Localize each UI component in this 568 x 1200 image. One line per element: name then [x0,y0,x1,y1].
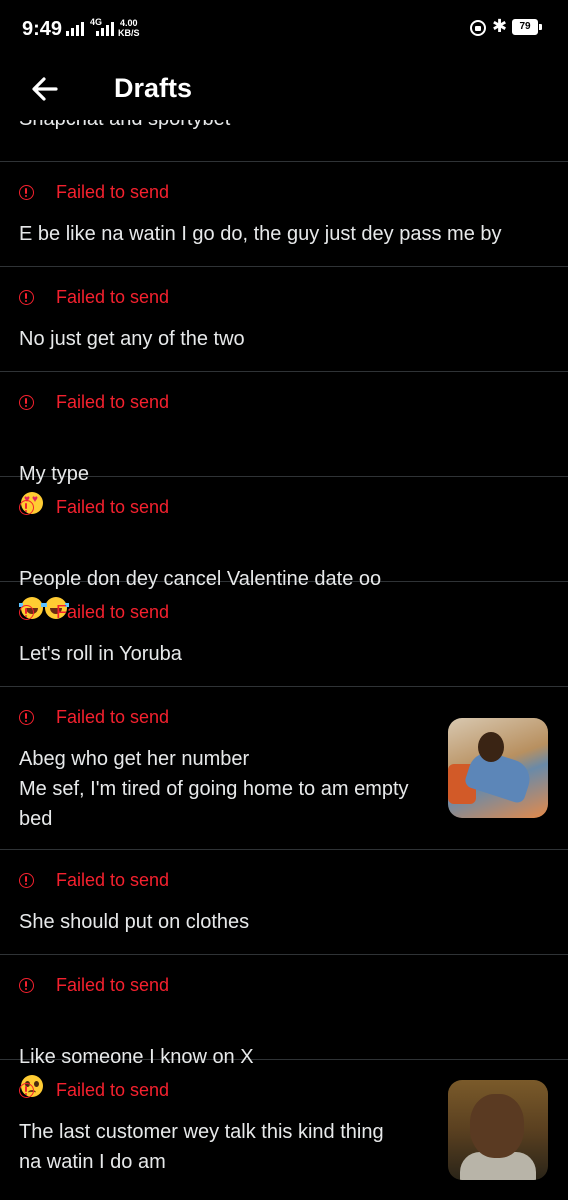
draft-text: No just get any of the two [19,328,245,350]
back-button[interactable] [28,72,62,106]
draft-item[interactable]: Failed to send My type [0,372,568,514]
rotation-lock-icon [470,20,486,36]
failed-label: Failed to send [56,707,170,727]
failed-label: Failed to send [56,870,170,890]
send-status: Failed to send [19,392,169,413]
arrow-left-icon [32,77,58,101]
alert-circle-icon [19,500,34,515]
send-status: Failed to send [19,287,169,308]
send-status: Failed to send [19,602,169,623]
failed-label: Failed to send [56,975,170,995]
status-bar: 9:49 4G 4.00 KB/S ✱ 79 [0,0,568,60]
draft-item[interactable]: Failed to send She should put on clothes [0,850,568,955]
failed-label: Failed to send [56,392,170,412]
signal-icon-2 [96,20,114,36]
page-title: Drafts [114,73,193,103]
draft-text: Abeg who get her number Me sef, I'm tire… [19,748,409,830]
alert-circle-icon [19,290,34,305]
signal-icon [66,20,84,36]
draft-item[interactable]: Failed to send Like someone I know on X [0,955,568,1097]
draft-item[interactable]: Failed to send The last customer wey tal… [0,1060,568,1200]
send-status: Failed to send [19,1080,169,1101]
thumbnail-photo-detail [478,732,504,762]
draft-item-partial[interactable]: Snapchat and sportybet [0,120,568,162]
net-speed: 4.00 KB/S [118,18,140,38]
alert-circle-icon [19,710,34,725]
alert-circle-icon [19,185,34,200]
send-status: Failed to send [19,870,169,891]
top-app-bar: Drafts [0,60,568,120]
send-status: Failed to send [19,707,169,728]
media-thumbnail[interactable] [448,718,548,818]
net-speed-value: 4.00 [119,18,138,28]
send-status: Failed to send [19,975,169,996]
draft-item[interactable]: Failed to send E be like na watin I go d… [0,162,568,267]
failed-label: Failed to send [56,602,170,622]
alert-circle-icon [19,1083,34,1098]
net-speed-unit: KB/S [118,28,140,38]
draft-text: Snapchat and sportybet [19,120,230,131]
thumbnail-photo-detail [470,1094,524,1158]
alert-circle-icon [19,873,34,888]
media-thumbnail[interactable] [448,1080,548,1180]
drafts-list: Snapchat and sportybet Failed to send E … [0,120,568,1200]
battery-nub [539,24,542,30]
draft-text: Let's roll in Yoruba [19,643,182,665]
draft-item[interactable]: Failed to send Abeg who get her number M… [0,687,568,850]
failed-label: Failed to send [56,182,170,202]
send-status: Failed to send [19,497,169,518]
alert-circle-icon [19,978,34,993]
draft-item[interactable]: Failed to send People don dey cancel Val… [0,477,568,619]
failed-label: Failed to send [56,1080,170,1100]
status-time: 9:49 [22,18,63,40]
failed-label: Failed to send [56,287,170,307]
draft-text: The last customer wey talk this kind thi… [19,1121,384,1173]
alert-circle-icon [19,605,34,620]
draft-item[interactable]: Failed to send No just get any of the tw… [0,267,568,372]
draft-text: She should put on clothes [19,911,250,933]
send-status: Failed to send [19,182,169,203]
battery-icon: 79 [512,19,538,35]
bluetooth-icon: ✱ [492,16,508,36]
draft-item[interactable]: Failed to send Let's roll in Yoruba [0,582,568,687]
draft-text: E be like na watin I go do, the guy just… [19,223,502,245]
failed-label: Failed to send [56,497,170,517]
alert-circle-icon [19,395,34,410]
